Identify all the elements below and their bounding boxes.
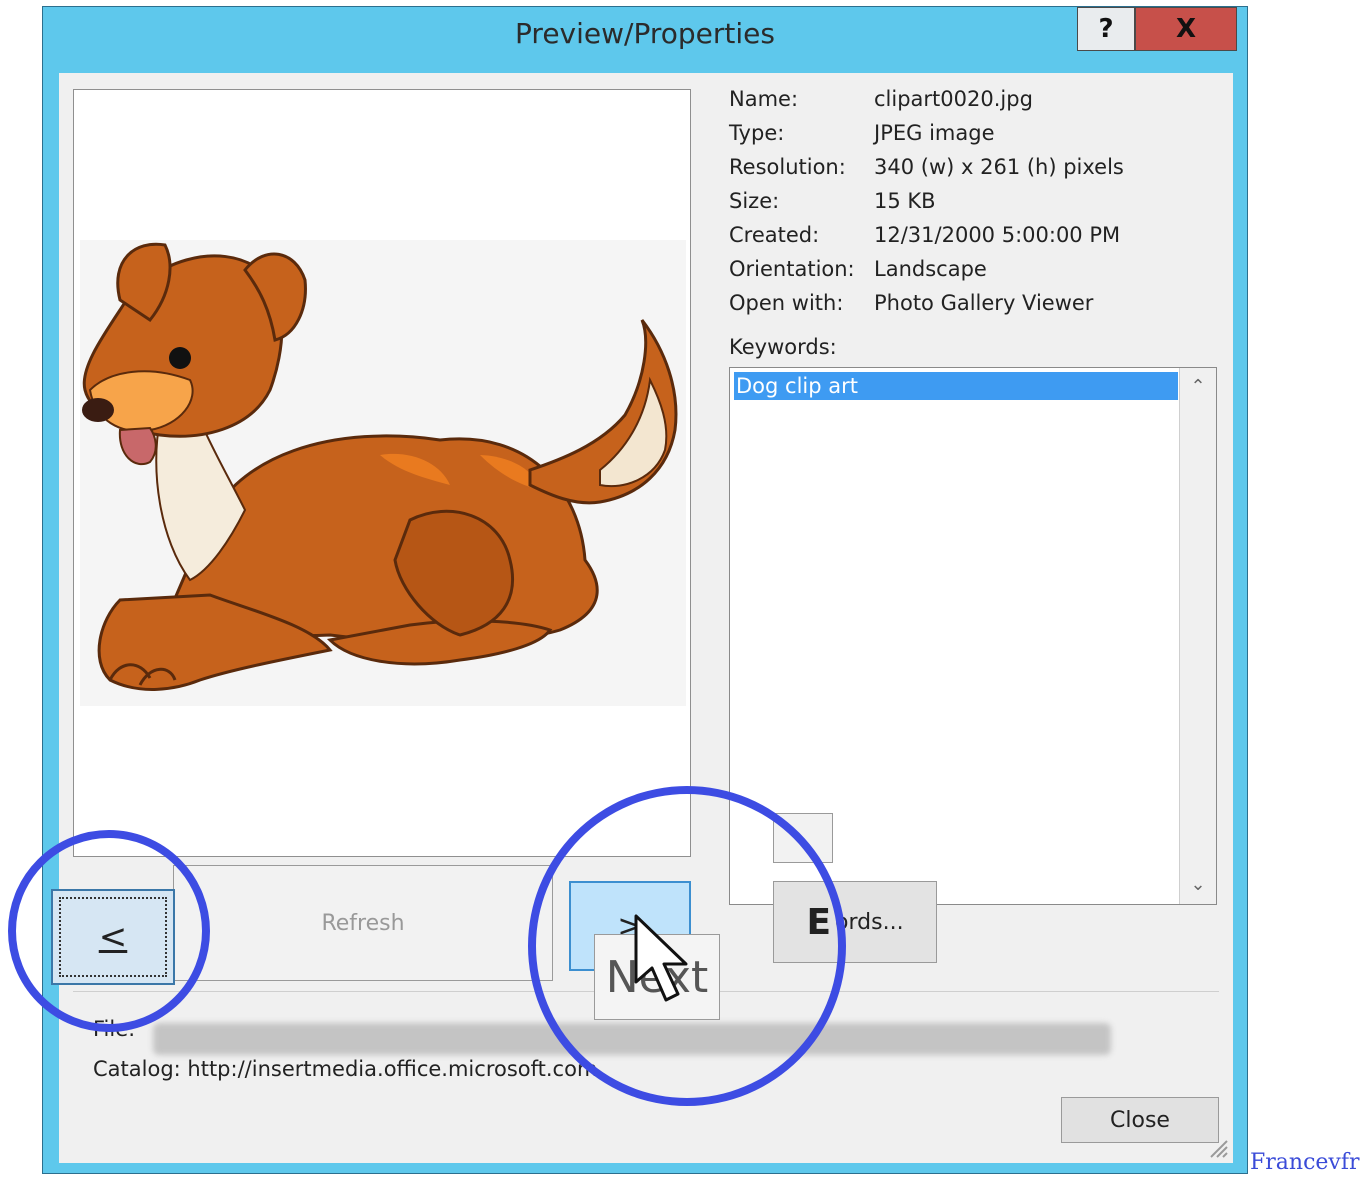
edit-button-partial[interactable] (773, 813, 833, 863)
dialog-title: Preview/Properties (515, 17, 775, 50)
catalog-text: Catalog: http://insertmedia.office.micro… (93, 1057, 598, 1081)
edit-keywords-button[interactable]: E ords... (773, 881, 937, 963)
help-button[interactable]: ? (1077, 7, 1135, 51)
close-window-button[interactable]: X (1135, 7, 1237, 51)
property-value: 12/31/2000 5:00:00 PM (874, 223, 1121, 247)
property-value: 15 KB (874, 189, 936, 213)
property-label: Open with: (729, 291, 844, 315)
property-value: clipart0020.jpg (874, 87, 1033, 111)
dog-clipart-image (80, 240, 686, 706)
property-value: Photo Gallery Viewer (874, 291, 1094, 315)
property-label: Created: (729, 223, 820, 247)
keywords-scrollbar[interactable]: ⌃ ⌄ (1179, 368, 1216, 904)
focus-rectangle (59, 897, 167, 977)
watermark-link[interactable]: Francevfr (1250, 1150, 1360, 1175)
previous-button[interactable]: < (51, 889, 175, 985)
image-preview-pane (73, 89, 691, 857)
property-label: Type: (729, 121, 785, 145)
property-label: Name: (729, 87, 799, 111)
refresh-button[interactable]: Refresh (173, 865, 553, 981)
edit-keywords-label-start: E (806, 901, 832, 943)
edit-keywords-label-end: ords... (835, 909, 904, 935)
keyword-item-selected[interactable]: Dog clip art (734, 372, 1178, 400)
resize-grip-icon[interactable] (1207, 1137, 1229, 1159)
property-value: Landscape (874, 257, 987, 281)
property-label: Orientation: (729, 257, 855, 281)
property-value: 340 (w) x 261 (h) pixels (874, 155, 1124, 179)
property-label: Resolution: (729, 155, 846, 179)
keywords-label: Keywords: (729, 335, 837, 359)
file-label: File: (93, 1017, 136, 1041)
scroll-up-icon[interactable]: ⌃ (1180, 372, 1216, 402)
property-value: JPEG image (874, 121, 995, 145)
file-path-blurred (153, 1023, 1111, 1055)
property-label: Size: (729, 189, 780, 213)
scroll-down-icon[interactable]: ⌄ (1180, 870, 1216, 900)
close-button[interactable]: Close (1061, 1097, 1219, 1143)
mouse-pointer-icon (634, 914, 688, 1002)
